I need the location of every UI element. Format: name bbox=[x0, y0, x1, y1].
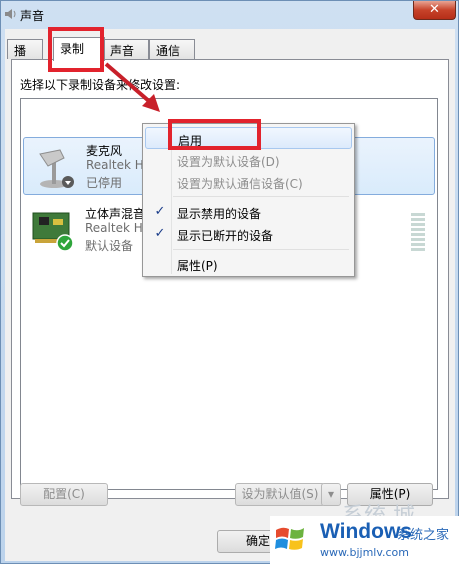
watermark-url: www.bjjmlv.com bbox=[320, 546, 409, 559]
menu-separator bbox=[173, 196, 349, 197]
dialog-body: 播放 录制 声音 通信 选择以下录制设备来修改设置: 麦克风 Realtek H bbox=[5, 29, 455, 561]
menu-item-set-default-comm[interactable]: 设置为默认通信设备(C) bbox=[145, 171, 352, 193]
menu-item-set-default[interactable]: 设置为默认设备(D) bbox=[145, 149, 352, 171]
close-icon: ✕ bbox=[429, 2, 440, 17]
close-button[interactable]: ✕ bbox=[413, 1, 456, 20]
speaker-icon bbox=[5, 9, 16, 19]
device-name: 麦克风 bbox=[86, 144, 123, 158]
device-driver: Realtek H bbox=[85, 221, 143, 235]
set-default-dropdown[interactable]: ▾ bbox=[321, 483, 341, 506]
checkmark-icon: ✓ bbox=[154, 204, 166, 219]
annotation-box-recording-tab bbox=[48, 27, 104, 72]
windows-logo-icon bbox=[275, 527, 304, 550]
microphone-icon bbox=[39, 149, 74, 188]
checkmark-icon: ✓ bbox=[154, 226, 166, 241]
tab-communications[interactable]: 通信 bbox=[149, 39, 195, 59]
chevron-down-icon: ▾ bbox=[327, 487, 335, 501]
sound-dialog: 声音 ✕ 播放 录制 声音 通信 选择以下录制设备来修改设置: bbox=[0, 0, 459, 564]
menu-item-show-disconnected[interactable]: ✓ 显示已断开的设备 bbox=[145, 223, 352, 245]
watermark-subtitle: 系统之家 bbox=[397, 528, 450, 543]
device-status: 默认设备 bbox=[85, 239, 134, 253]
watermark: Windows 系统之家 www.bjjmlv.com bbox=[270, 516, 459, 564]
menu-item-properties[interactable]: 属性(P) bbox=[145, 253, 352, 275]
device-status: 已停用 bbox=[86, 176, 123, 190]
menu-separator bbox=[173, 249, 349, 250]
level-meter bbox=[411, 213, 425, 251]
annotation-box-enable bbox=[168, 119, 261, 150]
menu-item-show-disabled[interactable]: ✓ 显示禁用的设备 bbox=[145, 201, 352, 223]
tab-playback[interactable]: 播放 bbox=[7, 39, 43, 75]
annotation-arrow-icon bbox=[104, 62, 160, 112]
tab-sounds[interactable]: 声音 bbox=[103, 39, 149, 59]
window-title: 声音 bbox=[20, 9, 45, 23]
device-name: 立体声混音 bbox=[85, 207, 146, 221]
set-default-button[interactable]: 设为默认值(S) bbox=[235, 483, 325, 506]
title-bar: 声音 ✕ bbox=[1, 1, 458, 29]
device-driver: Realtek H bbox=[86, 158, 144, 172]
configure-button[interactable]: 配置(C) bbox=[20, 483, 108, 506]
sound-card-icon bbox=[32, 212, 74, 252]
